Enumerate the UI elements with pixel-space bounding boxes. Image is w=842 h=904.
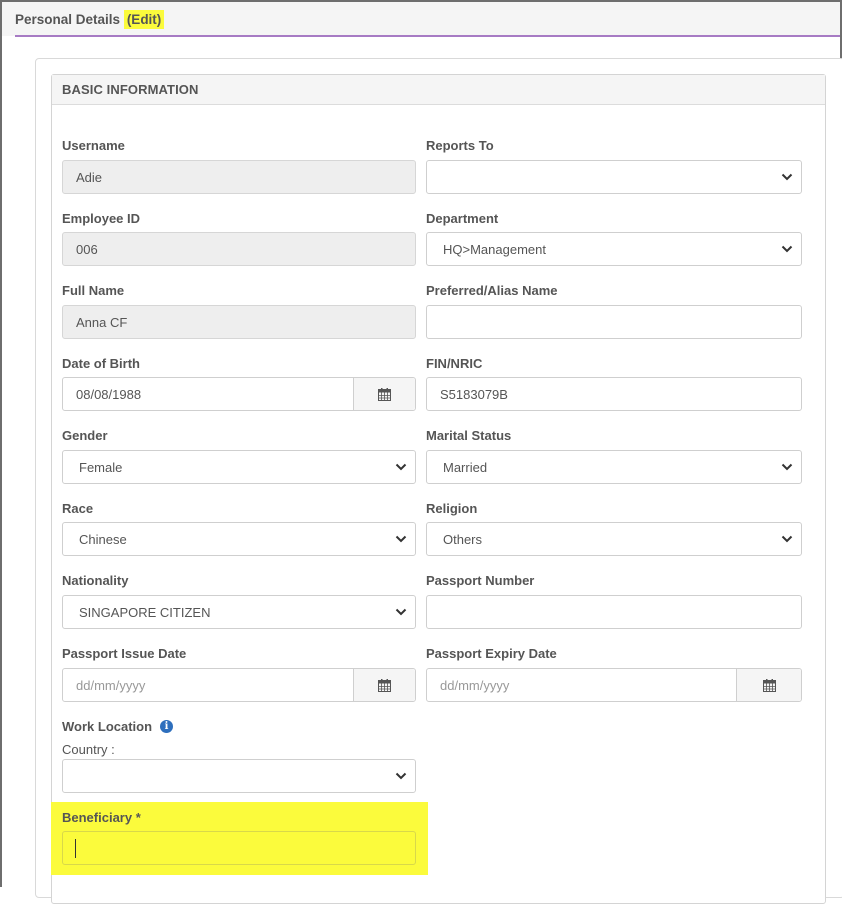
passport-number-input[interactable] <box>426 595 802 629</box>
section-title: BASIC INFORMATION <box>62 82 199 97</box>
nationality-value: SINGAPORE CITIZEN <box>79 604 211 620</box>
religion-select[interactable]: Others <box>426 522 802 556</box>
gender-value: Female <box>79 459 123 475</box>
header-divider <box>15 35 840 37</box>
page-title: Personal Details (Edit) <box>15 10 165 29</box>
date-of-birth-input[interactable]: 08/08/1988 <box>62 377 416 411</box>
date-of-birth-label: Date of Birth <box>62 356 140 371</box>
passport-expiry-date-label: Passport Expiry Date <box>426 646 557 661</box>
full-name-value: Anna CF <box>76 314 128 330</box>
race-select[interactable]: Chinese <box>62 522 416 556</box>
beneficiary-input[interactable] <box>62 831 416 865</box>
fin-nric-label: FIN/NRIC <box>426 356 483 371</box>
race-value: Chinese <box>79 531 127 547</box>
passport-issue-date-input[interactable]: dd/mm/yyyy <box>62 668 416 702</box>
marital-status-label: Marital Status <box>426 428 512 443</box>
marital-status-select[interactable]: Married <box>426 450 802 484</box>
gender-select[interactable]: Female <box>62 450 416 484</box>
department-select[interactable]: HQ>Management <box>426 232 802 266</box>
religion-label: Religion <box>426 501 478 516</box>
preferred-name-label: Preferred/Alias Name <box>426 283 558 298</box>
passport-issue-date-placeholder: dd/mm/yyyy <box>76 677 146 693</box>
calendar-icon <box>378 678 391 692</box>
chevron-down-icon <box>781 535 793 543</box>
chevron-down-icon <box>395 463 407 471</box>
date-of-birth-value: 08/08/1988 <box>76 386 142 402</box>
passport-number-label: Passport Number <box>426 573 535 588</box>
nationality-label: Nationality <box>62 573 129 588</box>
religion-value: Others <box>443 531 483 547</box>
text-cursor <box>75 839 76 858</box>
preferred-name-input[interactable] <box>426 305 802 339</box>
passport-issue-date-label: Passport Issue Date <box>62 646 187 661</box>
edit-link[interactable]: (Edit) <box>123 10 165 29</box>
passport-expiry-date-placeholder: dd/mm/yyyy <box>440 677 510 693</box>
fin-nric-value: S5183079B <box>440 386 508 402</box>
calendar-icon <box>762 678 776 692</box>
username-value: Adie <box>76 169 103 185</box>
fin-nric-input[interactable]: S5183079B <box>426 377 802 411</box>
beneficiary-label: Beneficiary * <box>62 810 141 825</box>
country-label: Country : <box>62 742 115 757</box>
info-icon[interactable]: i <box>160 720 173 733</box>
department-label: Department <box>426 211 499 226</box>
chevron-down-icon <box>781 173 793 181</box>
page-title-text: Personal Details <box>15 12 121 27</box>
reports-to-label: Reports To <box>426 138 494 153</box>
department-value: HQ>Management <box>443 241 546 257</box>
chevron-down-icon <box>781 245 793 253</box>
gender-label: Gender <box>62 428 108 443</box>
reports-to-select[interactable] <box>426 160 802 194</box>
full-name-label: Full Name <box>62 283 125 298</box>
date-of-birth-calendar-button[interactable] <box>353 378 415 410</box>
country-select[interactable] <box>62 759 416 793</box>
nationality-select[interactable]: SINGAPORE CITIZEN <box>62 595 416 629</box>
passport-expiry-date-calendar-button[interactable] <box>736 669 801 701</box>
chevron-down-icon <box>395 772 407 780</box>
chevron-down-icon <box>395 535 407 543</box>
race-label: Race <box>62 501 94 516</box>
username-label: Username <box>62 138 125 153</box>
work-location-label: Work Location <box>62 719 153 734</box>
chevron-down-icon <box>781 463 793 471</box>
employee-id-value: 006 <box>76 241 98 257</box>
employee-id-label: Employee ID <box>62 211 141 226</box>
passport-expiry-date-input[interactable]: dd/mm/yyyy <box>426 668 802 702</box>
full-name-field[interactable]: Anna CF <box>62 305 416 339</box>
chevron-down-icon <box>395 608 407 616</box>
employee-id-field[interactable]: 006 <box>62 232 416 266</box>
username-field[interactable]: Adie <box>62 160 416 194</box>
marital-status-value: Married <box>443 459 488 475</box>
passport-issue-date-calendar-button[interactable] <box>353 669 415 701</box>
calendar-icon <box>378 387 391 401</box>
